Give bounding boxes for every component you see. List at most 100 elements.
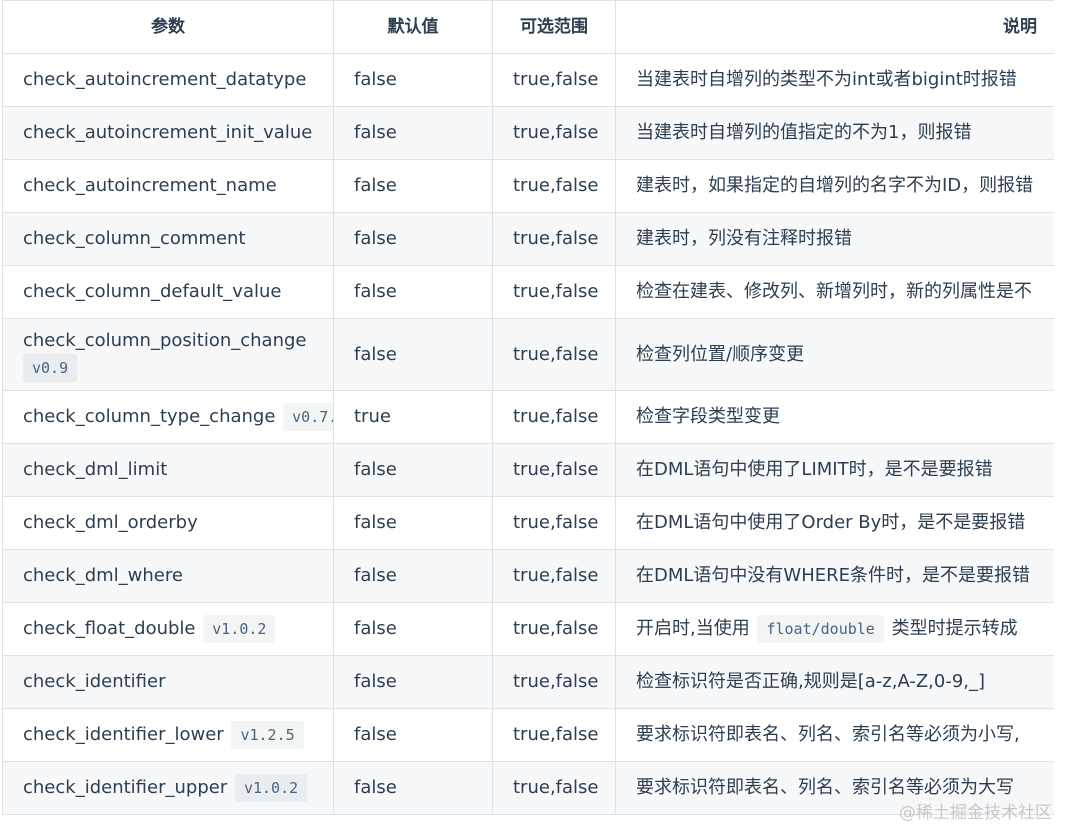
cell-description: 当建表时自增列的值指定的不为1，则报错 (615, 106, 1054, 160)
param-name: check_identifier_lower (23, 724, 224, 745)
cell-default: true (333, 390, 493, 444)
description-code: float/double (757, 615, 884, 643)
table-header-row: 参数 默认值 可选范围 说明 (2, 0, 1054, 54)
table-row: check_column_default_value false true,fals… (2, 265, 1054, 319)
table-row: check_autoincrement_init_value false true,… (2, 106, 1054, 160)
cell-description: 在DML语句中没有WHERE条件时，是不是要报错 (615, 549, 1054, 603)
cell-description: 在DML语句中使用了Order By时，是不是要报错 (615, 496, 1054, 550)
cell-range: true,false (492, 602, 616, 656)
param-name: check_column_type_change (23, 406, 276, 427)
description-text: 当建表时自增列的值指定的不为1，则报错 (636, 122, 972, 143)
description-text: 在DML语句中使用了LIMIT时，是不是要报错 (636, 459, 993, 480)
param-name: check_dml_where (23, 565, 183, 586)
cell-description: 检查标识符是否正确,规则是[a-z,A-Z,0-9,_] (615, 655, 1054, 709)
description-text: 建表时，如果指定的自增列的名字不为ID，则报错 (636, 175, 1034, 196)
param-name: check_column_default_value (23, 281, 282, 302)
description-text: 检查在建表、修改列、新增列时，新的列属性是不 (636, 281, 1032, 302)
cell-param: check_autoincrement_name (2, 159, 334, 213)
header-range: 可选范围 (492, 0, 616, 54)
cell-description: 建表时，列没有注释时报错 (615, 212, 1054, 266)
cell-description: 检查在建表、修改列、新增列时，新的列属性是不 (615, 265, 1054, 319)
param-name: check_column_comment (23, 228, 246, 249)
cell-description: 在DML语句中使用了LIMIT时，是不是要报错 (615, 443, 1054, 497)
cell-default: false (333, 602, 493, 656)
param-name: check_dml_limit (23, 459, 168, 480)
table-row: check_dml_orderby false true,false 在DML语句中使… (2, 496, 1054, 550)
cell-default: false (333, 212, 493, 266)
description-text: 当建表时自增列的类型不为int或者bigint时报错 (636, 69, 1017, 90)
table-row: check_identifier_lower v1.2.5 false true,f… (2, 708, 1054, 762)
cell-param: check_identifier (2, 655, 334, 709)
cell-param: check_dml_where (2, 549, 334, 603)
table-row: check_dml_limit false true,false 在DML语句中使用了… (2, 443, 1054, 497)
cell-range: true,false (492, 443, 616, 497)
cell-default: false (333, 443, 493, 497)
cell-default: false (333, 265, 493, 319)
table-row: check_column_type_change v0.7.3truetrue,… (2, 390, 1054, 444)
table-row: check_autoincrement_datatype false true,fa… (2, 53, 1054, 107)
cell-description: 检查列位置/顺序变更 (615, 318, 1054, 391)
version-badge: v1.2.5 (231, 721, 304, 749)
table-row: check_autoincrement_name false true,false 建… (2, 159, 1054, 213)
description-text: 检查列位置/顺序变更 (636, 343, 805, 365)
header-description: 说明 (615, 0, 1054, 54)
table-row: check_identifier false true,false 检查标识符是否正确… (2, 655, 1054, 709)
description-text: 要求标识符即表名、列名、索引名等必须为小写, (636, 724, 1020, 745)
cell-range: true,false (492, 708, 616, 762)
cell-range: true,false (492, 390, 616, 444)
cell-range: true,false (492, 106, 616, 160)
cell-default: false (333, 708, 493, 762)
version-badge: v1.0.2 (234, 774, 308, 802)
param-name: check_autoincrement_datatype (23, 69, 307, 90)
param-name: check_autoincrement_init_value (23, 122, 313, 143)
param-name: check_identifier (23, 671, 166, 692)
cell-description: 要求标识符即表名、列名、索引名等必须为小写, (615, 708, 1054, 762)
cell-range: true,false (492, 159, 616, 213)
header-default: 默认值 (333, 0, 493, 54)
cell-default: false (333, 106, 493, 160)
cell-description: 检查字段类型变更 (615, 390, 1054, 444)
version-badge: v0.9 (23, 353, 78, 382)
right-gutter (1054, 0, 1080, 837)
description-text: 在DML语句中没有WHERE条件时，是不是要报错 (636, 565, 1031, 586)
cell-description: 当建表时自增列的类型不为int或者bigint时报错 (615, 53, 1054, 107)
description-text-after: 类型时提示转成 (891, 618, 1018, 639)
table-row: check_column_position_change v0.9 false tru… (2, 318, 1054, 391)
param-name: check_identifier_upper (23, 777, 228, 798)
cell-param: check_identifier_upper v1.0.2 (2, 761, 334, 815)
description-text: 要求标识符即表名、列名、索引名等必须为大写 (636, 777, 1014, 798)
cell-param: check_column_type_change v0.7.3 (2, 390, 334, 444)
cell-default: false (333, 761, 493, 815)
description-text: 检查标识符是否正确,规则是[a-z,A-Z,0-9,_] (636, 671, 986, 692)
cell-param: check_dml_orderby (2, 496, 334, 550)
cell-range: true,false (492, 265, 616, 319)
cell-description: 开启时,当使用 float/double 类型时提示转成 (615, 602, 1054, 656)
cell-range: true,false (492, 53, 616, 107)
table-row: check_identifier_upper v1.0.2 false true,f… (2, 761, 1054, 815)
cell-default: false (333, 159, 493, 213)
cell-description: 要求标识符即表名、列名、索引名等必须为大写 (615, 761, 1054, 815)
cell-range: true,false (492, 212, 616, 266)
cell-param: check_autoincrement_init_value (2, 106, 334, 160)
config-table: 参数 默认值 可选范围 说明 check_autoincrement_datat… (2, 0, 1054, 815)
cell-param: check_column_default_value (2, 265, 334, 319)
description-text: 开启时,当使用 (636, 618, 750, 639)
table-row: check_float_double v1.0.2 false true,false… (2, 602, 1054, 656)
version-badge: v0.7.3 (283, 403, 333, 431)
version-badge: v1.0.2 (203, 615, 276, 643)
cell-default: false (333, 549, 493, 603)
cell-param: check_float_double v1.0.2 (2, 602, 334, 656)
cell-default: false (333, 53, 493, 107)
cell-range: true,false (492, 318, 616, 391)
cell-range: true,false (492, 549, 616, 603)
cell-range: true,false (492, 761, 616, 815)
table-body: check_autoincrement_datatype false true,fa… (2, 53, 1054, 815)
header-param: 参数 (2, 0, 334, 54)
cell-range: true,false (492, 655, 616, 709)
cell-param: check_column_comment (2, 212, 334, 266)
description-text: 建表时，列没有注释时报错 (636, 228, 852, 249)
param-name: check_dml_orderby (23, 512, 198, 533)
table-row: check_column_comment false true,false 建表时，列… (2, 212, 1054, 266)
cell-default: false (333, 655, 493, 709)
description-text: 检查字段类型变更 (636, 406, 780, 427)
